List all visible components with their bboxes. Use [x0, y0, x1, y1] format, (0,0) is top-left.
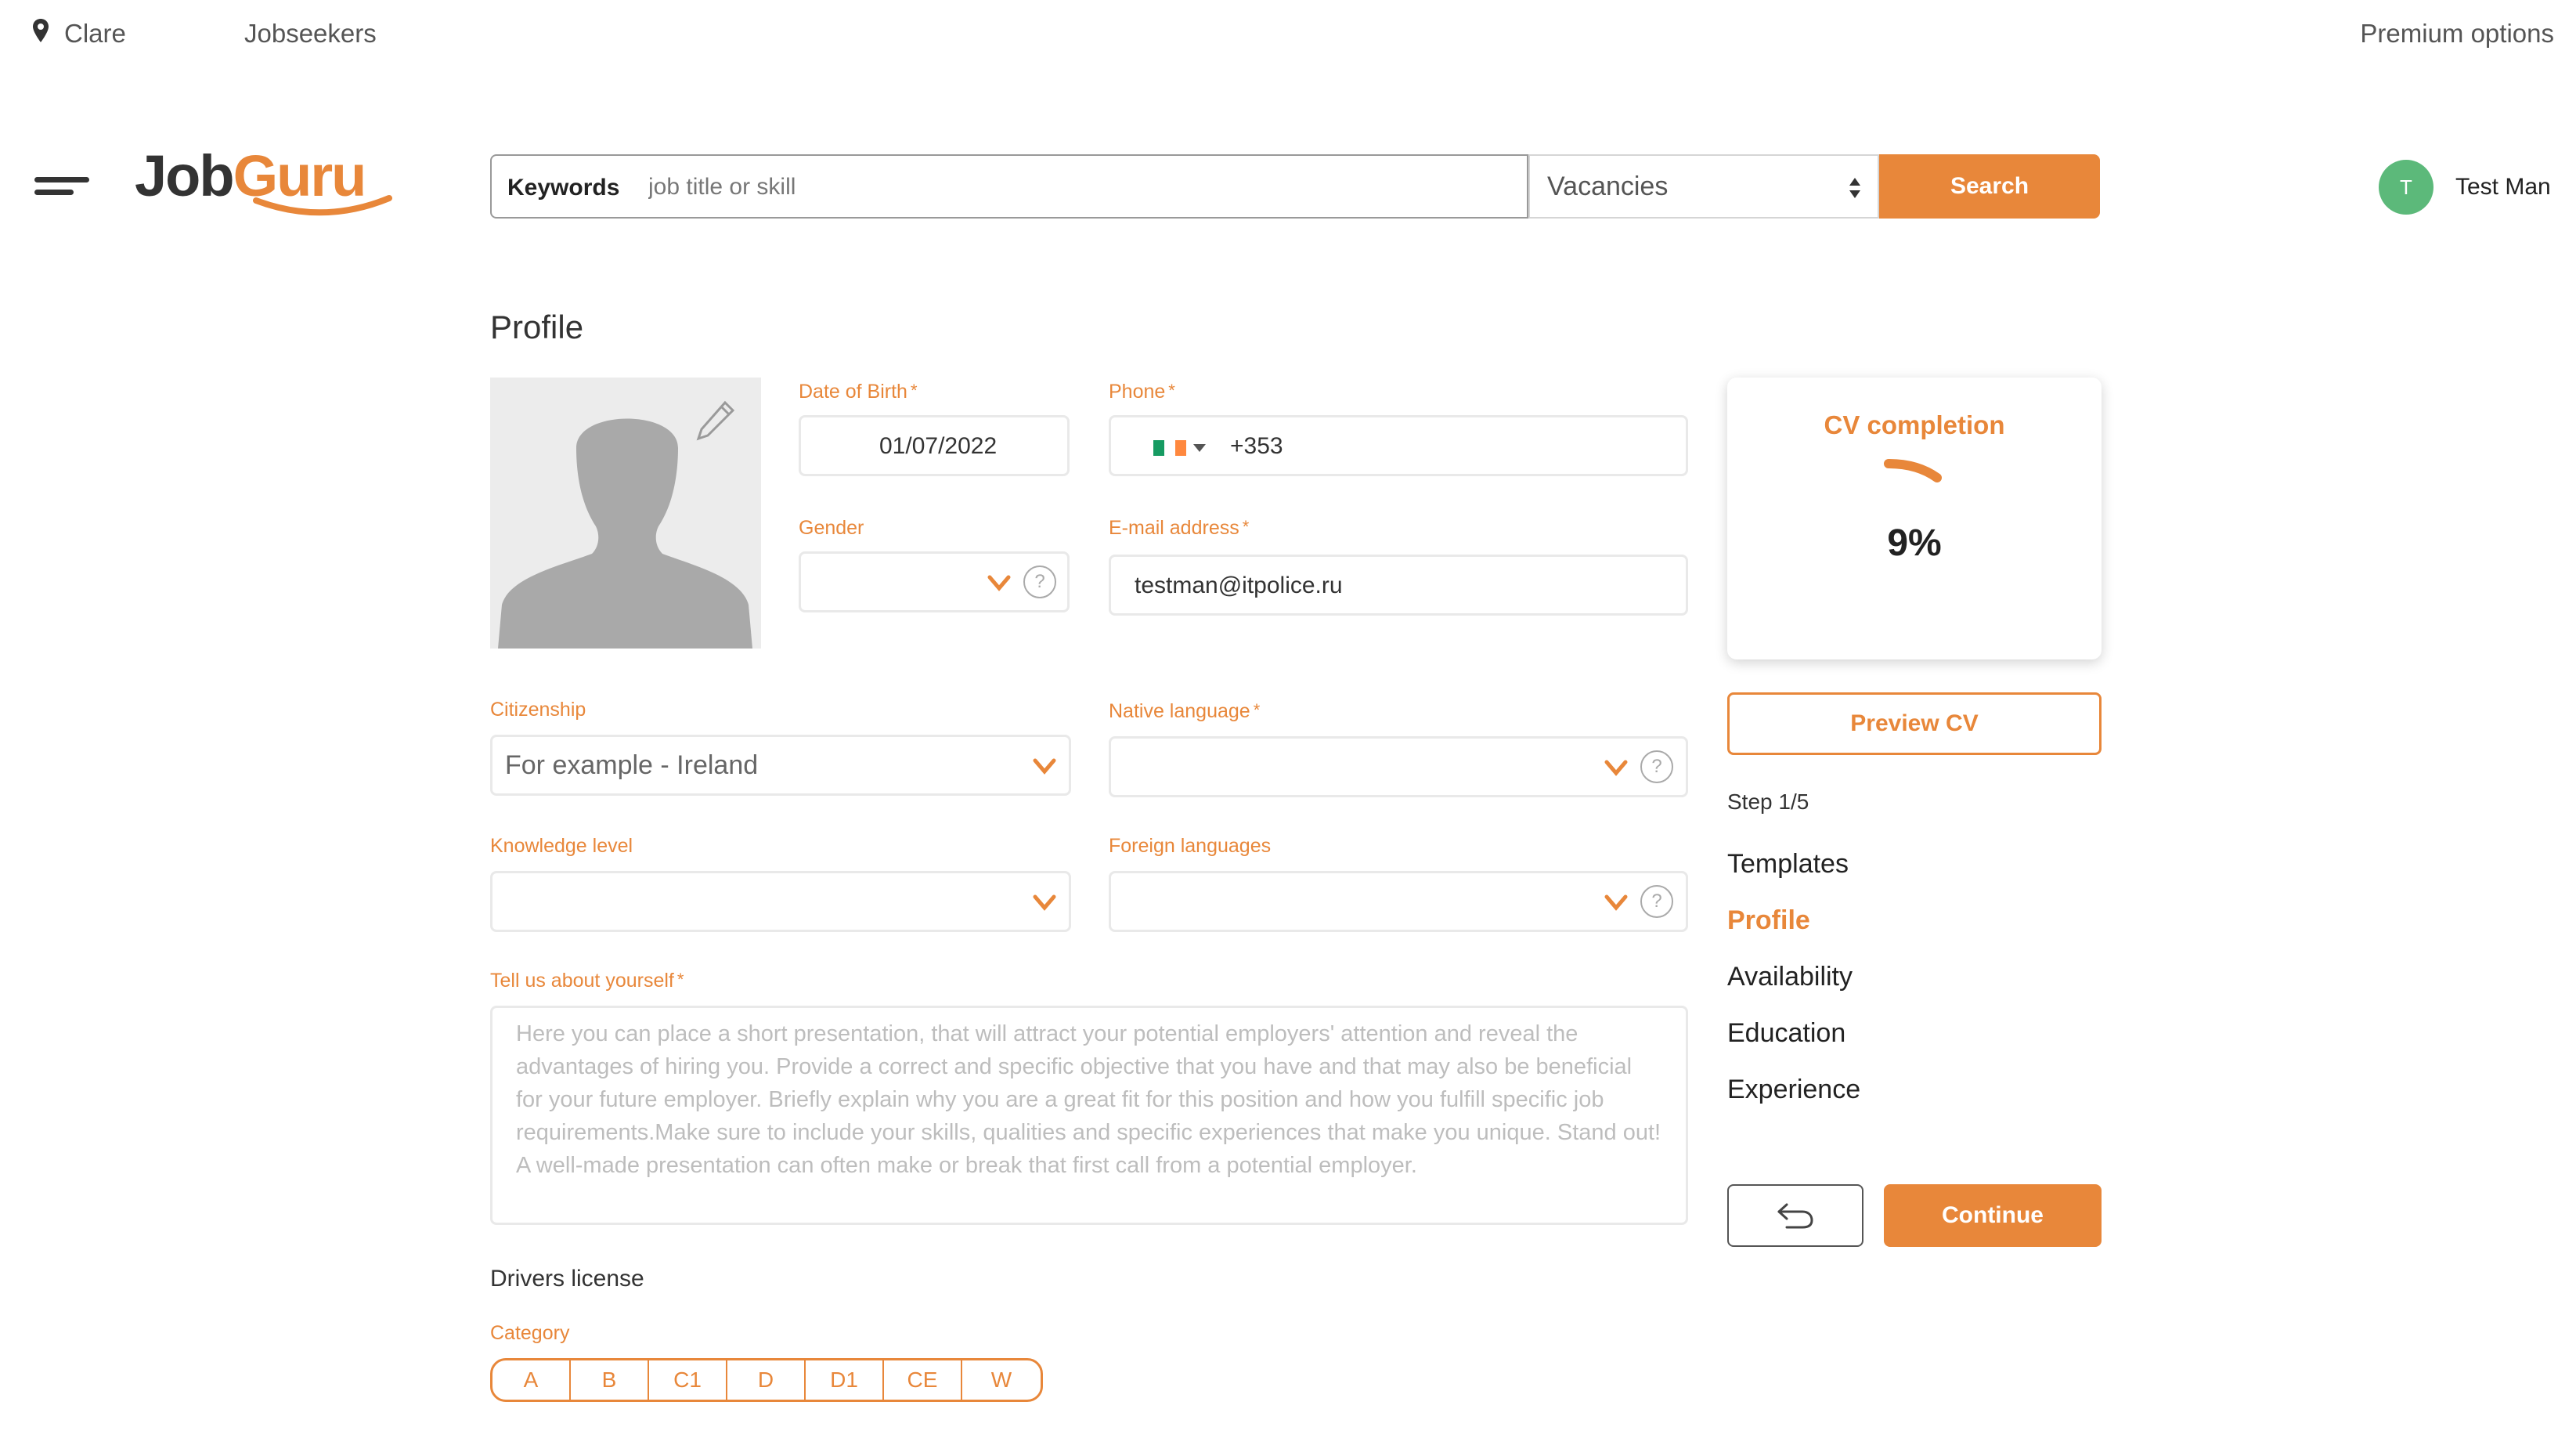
- profile-photo[interactable]: [490, 378, 761, 649]
- required-mark: *: [910, 381, 918, 400]
- help-icon[interactable]: ?: [1023, 565, 1056, 598]
- category-label: Category: [490, 1322, 570, 1344]
- edit-pencil-icon[interactable]: [695, 398, 736, 442]
- search-type-value: Vacancies: [1547, 172, 1669, 201]
- chevron-down-icon: [1604, 894, 1628, 911]
- required-mark: *: [676, 970, 684, 989]
- logo[interactable]: JobGuru: [135, 147, 392, 216]
- foreign-languages-label: Foreign languages: [1109, 835, 1272, 857]
- email-label: E-mail address *: [1109, 517, 1249, 540]
- citizenship-placeholder: For example - Ireland: [505, 750, 759, 780]
- avatar[interactable]: T: [2379, 160, 2433, 215]
- dob-label: Date of Birth *: [799, 381, 918, 403]
- page: Clare Jobseekers Premium options JobGuru…: [0, 0, 2576, 1438]
- nav-experience[interactable]: Experience: [1727, 1075, 1860, 1105]
- category-w[interactable]: W: [962, 1360, 1041, 1400]
- premium-options-link[interactable]: Premium options: [2360, 20, 2554, 46]
- country-dropdown-icon[interactable]: [1192, 443, 1207, 453]
- category-group: A B C1 D D1 CE W: [490, 1358, 1043, 1402]
- native-language-label-text: Native language: [1109, 700, 1250, 722]
- required-mark: *: [1253, 700, 1261, 720]
- search-box: Keywords: [490, 154, 1528, 219]
- citizenship-label: Citizenship: [490, 699, 586, 721]
- chevron-down-icon: [1033, 758, 1056, 775]
- drivers-license-heading: Drivers license: [490, 1266, 644, 1292]
- select-arrows-icon: [1849, 178, 1860, 198]
- phone-label-text: Phone: [1109, 381, 1166, 403]
- nav-availability[interactable]: Availability: [1727, 962, 1853, 992]
- cv-completion-title: CV completion: [1824, 410, 2005, 439]
- foreign-languages-select[interactable]: ?: [1109, 871, 1688, 932]
- ireland-flag-icon[interactable]: [1153, 440, 1186, 456]
- dob-label-text: Date of Birth: [799, 381, 907, 403]
- back-button[interactable]: [1727, 1184, 1863, 1247]
- category-d1[interactable]: D1: [806, 1360, 884, 1400]
- cv-progress-arc: [1884, 459, 1942, 482]
- back-arrow-icon: [1777, 1203, 1813, 1229]
- gender-label: Gender: [799, 517, 864, 539]
- email-field[interactable]: testman@itpolice.ru: [1109, 555, 1688, 616]
- search-button[interactable]: Search: [1879, 154, 2100, 219]
- chevron-down-icon: [987, 575, 1011, 591]
- gender-select[interactable]: ?: [799, 551, 1070, 612]
- menu-icon[interactable]: [34, 177, 89, 195]
- email-value: testman@itpolice.ru: [1135, 573, 1343, 598]
- jobseekers-link[interactable]: Jobseekers: [244, 20, 377, 46]
- help-icon[interactable]: ?: [1640, 885, 1673, 918]
- page-title: Profile: [490, 309, 584, 345]
- phone-field[interactable]: +353: [1109, 415, 1688, 476]
- category-c1[interactable]: C1: [649, 1360, 727, 1400]
- preview-cv-button[interactable]: Preview CV: [1727, 692, 2102, 755]
- email-label-text: E-mail address: [1109, 517, 1239, 539]
- category-ce[interactable]: CE: [884, 1360, 962, 1400]
- about-textarea[interactable]: Here you can place a short presentation,…: [490, 1006, 1688, 1225]
- required-mark: *: [1242, 517, 1250, 537]
- category-a[interactable]: A: [492, 1360, 571, 1400]
- cv-completion-percent: 9%: [1887, 522, 1942, 564]
- chevron-down-icon: [1033, 894, 1056, 911]
- keywords-input[interactable]: [648, 170, 1510, 204]
- cv-completion-card: CV completion 9%: [1727, 378, 2102, 659]
- native-language-select[interactable]: ?: [1109, 736, 1688, 797]
- phone-code: +353: [1230, 433, 1283, 459]
- nav-profile[interactable]: Profile: [1727, 905, 1810, 936]
- chevron-down-icon: [1604, 760, 1628, 776]
- location-pin-icon: [33, 19, 49, 46]
- about-label-text: Tell us about yourself: [490, 970, 674, 992]
- nav-education[interactable]: Education: [1727, 1018, 1845, 1049]
- citizenship-select[interactable]: For example - Ireland: [490, 735, 1071, 796]
- step-indicator: Step 1/5: [1727, 789, 1809, 814]
- location-link[interactable]: Clare: [64, 20, 126, 46]
- help-icon[interactable]: ?: [1640, 750, 1673, 783]
- search-type-select[interactable]: Vacancies: [1528, 154, 1879, 219]
- native-language-label: Native language *: [1109, 700, 1260, 723]
- logo-smile-icon: [253, 195, 392, 216]
- keywords-label: Keywords: [507, 175, 620, 201]
- nav-templates[interactable]: Templates: [1727, 849, 1849, 880]
- knowledge-level-select[interactable]: [490, 871, 1071, 932]
- continue-button[interactable]: Continue: [1884, 1184, 2102, 1247]
- category-b[interactable]: B: [571, 1360, 649, 1400]
- user-name[interactable]: Test Man: [2455, 174, 2551, 201]
- required-mark: *: [1168, 381, 1175, 400]
- about-label: Tell us about yourself *: [490, 970, 684, 992]
- logo-text-job: Job: [135, 143, 235, 208]
- category-d[interactable]: D: [727, 1360, 806, 1400]
- knowledge-level-label: Knowledge level: [490, 835, 633, 857]
- dob-field[interactable]: 01/07/2022: [799, 415, 1070, 476]
- phone-label: Phone *: [1109, 381, 1175, 403]
- dob-value: 01/07/2022: [879, 433, 998, 459]
